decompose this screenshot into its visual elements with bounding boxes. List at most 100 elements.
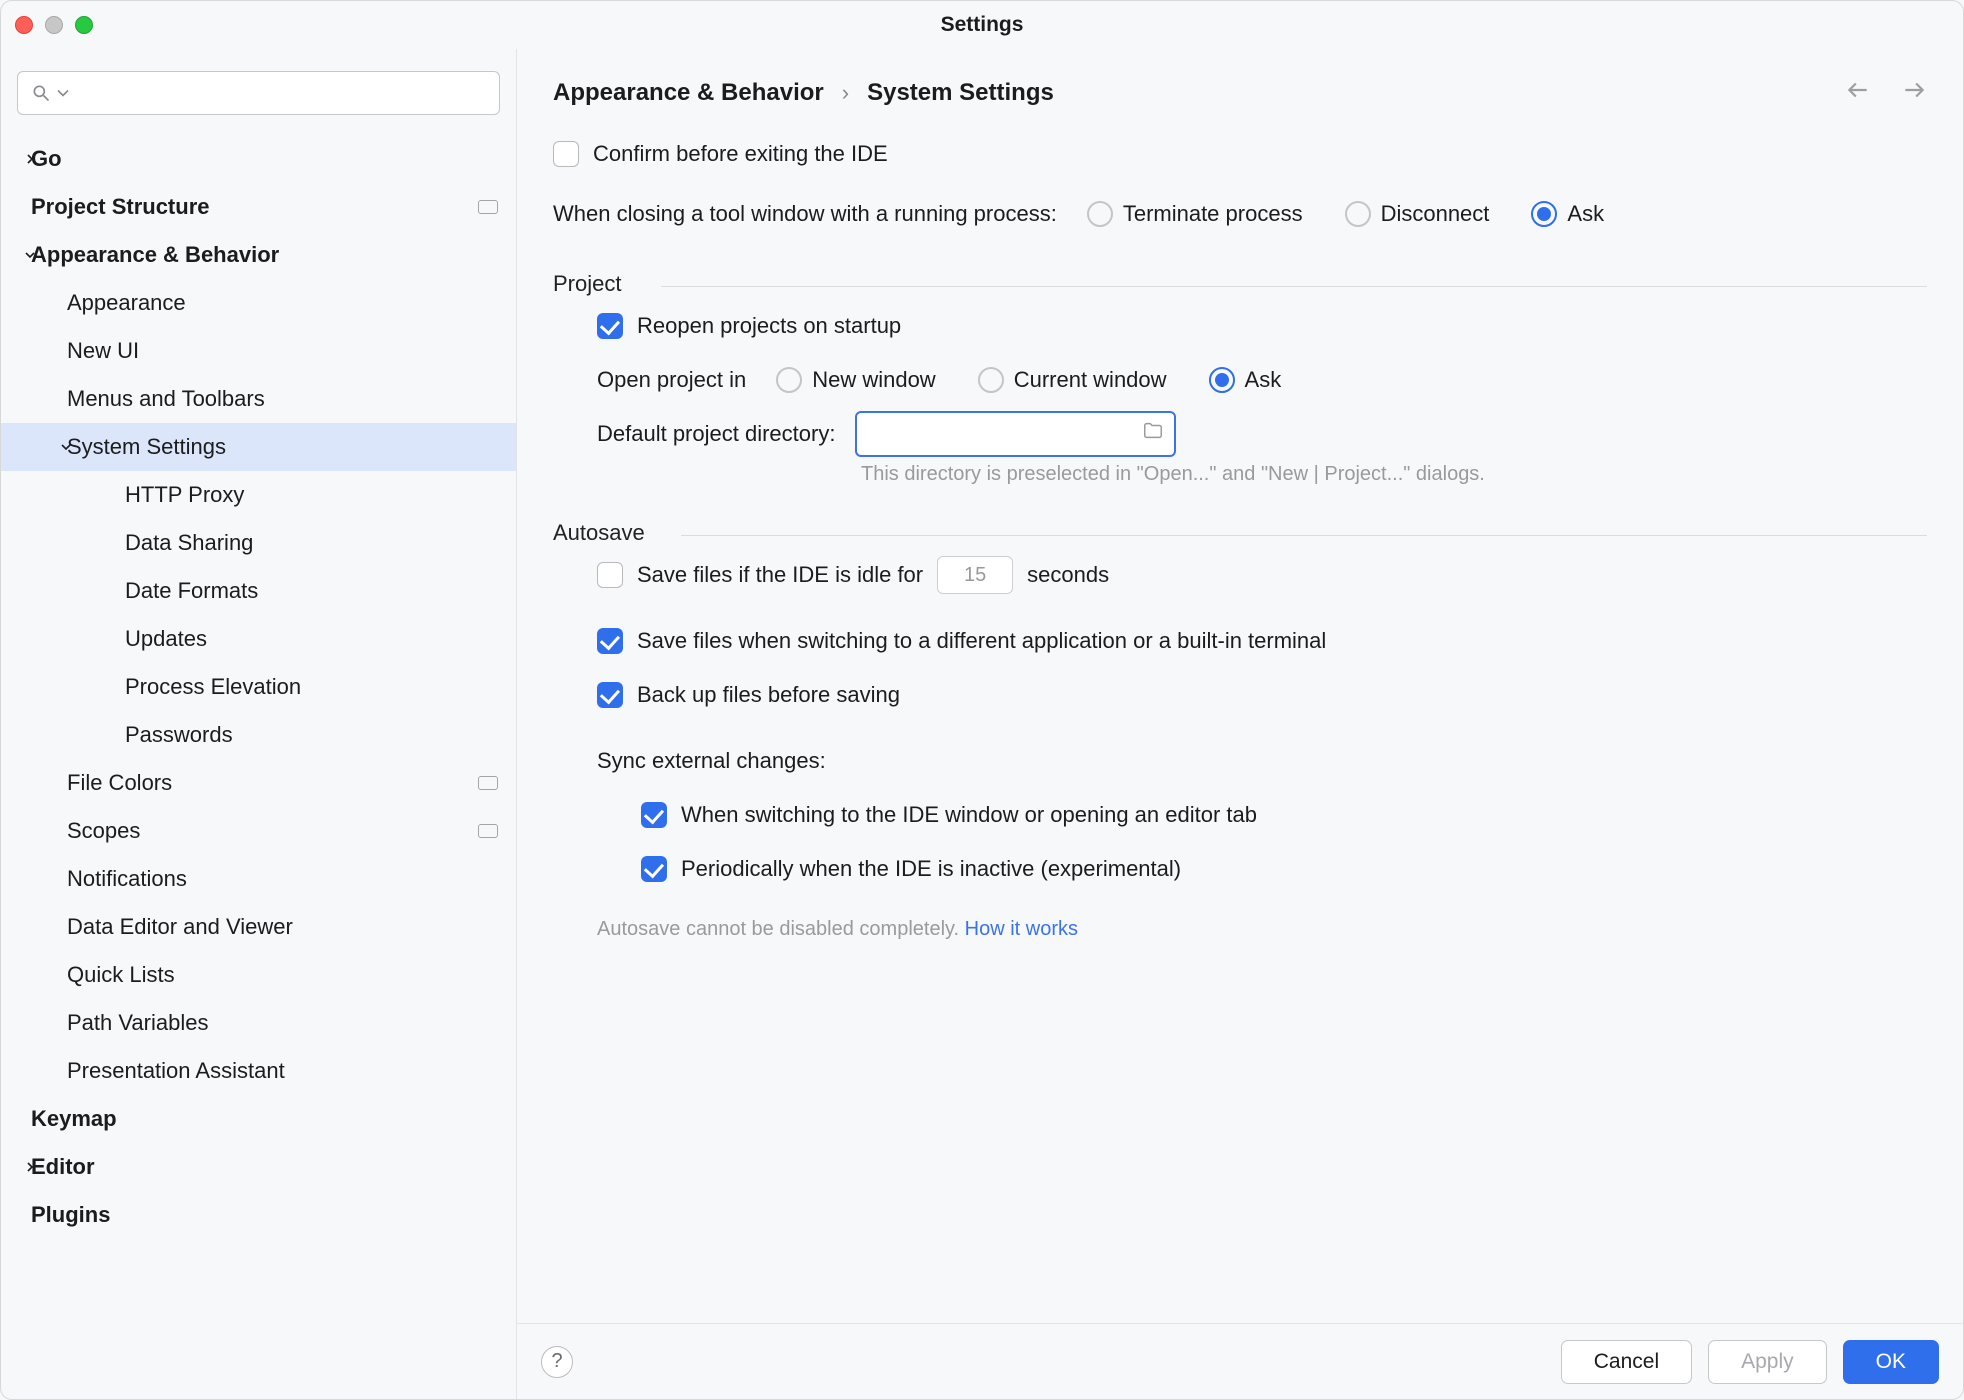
open-current-window-label: Current window [1014, 367, 1167, 393]
autosave-section-label: Autosave [553, 520, 1927, 546]
save-switch-checkbox[interactable] [597, 628, 623, 654]
search-icon [31, 83, 73, 103]
folder-icon[interactable] [1142, 420, 1164, 448]
breadcrumb-parent[interactable]: Appearance & Behavior [553, 79, 824, 107]
sidebar-item-keymap[interactable]: Keymap [1, 1095, 516, 1143]
sidebar-item-project-structure[interactable]: Project Structure [1, 183, 516, 231]
settings-window: Settings GoProject StructureAppearance &… [0, 0, 1964, 1400]
sidebar-item-notifications[interactable]: Notifications [1, 855, 516, 903]
default-dir-label: Default project directory: [597, 421, 835, 447]
chevron-right-icon[interactable] [1, 135, 59, 183]
autosave-note: Autosave cannot be disabled completely. [597, 918, 965, 940]
autosave-how-it-works-link[interactable]: How it works [965, 918, 1078, 940]
closing-terminate-radio[interactable] [1087, 201, 1113, 227]
nav-back-icon[interactable] [1845, 77, 1871, 109]
closing-tool-label: When closing a tool window with a runnin… [553, 201, 1057, 227]
dialog-footer: ? Cancel Apply OK [517, 1323, 1963, 1399]
sidebar-item-label: Keymap [31, 1106, 117, 1132]
sidebar-item-presentation-assistant[interactable]: Presentation Assistant [1, 1047, 516, 1095]
settings-sidebar: GoProject StructureAppearance & Behavior… [1, 49, 517, 1399]
chevron-down-icon [53, 83, 73, 103]
sidebar-item-file-colors[interactable]: File Colors [1, 759, 516, 807]
save-switch-label: Save files when switching to a different… [637, 628, 1326, 654]
sync-switch-label: When switching to the IDE window or open… [681, 802, 1257, 828]
scope-pill-icon [478, 776, 498, 790]
sidebar-item-data-sharing[interactable]: Data Sharing [1, 519, 516, 567]
sidebar-item-editor[interactable]: Editor [1, 1143, 516, 1191]
reopen-label: Reopen projects on startup [637, 313, 901, 339]
save-idle-label-post: seconds [1027, 562, 1109, 588]
sidebar-item-new-ui[interactable]: New UI [1, 327, 516, 375]
reopen-checkbox[interactable] [597, 313, 623, 339]
sidebar-item-updates[interactable]: Updates [1, 615, 516, 663]
sidebar-item-label: Scopes [67, 818, 140, 844]
settings-tree: GoProject StructureAppearance & Behavior… [1, 129, 516, 1399]
sync-periodic-label: Periodically when the IDE is inactive (e… [681, 856, 1181, 882]
scope-pill-icon [478, 200, 498, 214]
sidebar-item-label: File Colors [67, 770, 172, 796]
sidebar-item-process-elevation[interactable]: Process Elevation [1, 663, 516, 711]
apply-button[interactable]: Apply [1708, 1340, 1827, 1384]
default-dir-input[interactable] [855, 411, 1176, 457]
chevron-down-icon[interactable] [1, 231, 59, 279]
sidebar-item-label: Updates [125, 626, 207, 652]
sidebar-item-label: Data Sharing [125, 530, 253, 556]
sidebar-item-label: Data Editor and Viewer [67, 914, 293, 940]
open-new-window-radio[interactable] [776, 367, 802, 393]
project-section-label: Project [553, 271, 1927, 297]
sidebar-item-go[interactable]: Go [1, 135, 516, 183]
sidebar-item-label: HTTP Proxy [125, 482, 244, 508]
chevron-down-icon[interactable] [37, 423, 95, 471]
save-idle-label-pre: Save files if the IDE is idle for [637, 562, 923, 588]
sidebar-item-http-proxy[interactable]: HTTP Proxy [1, 471, 516, 519]
sidebar-item-label: Passwords [125, 722, 233, 748]
sidebar-item-data-editor-and-viewer[interactable]: Data Editor and Viewer [1, 903, 516, 951]
sidebar-item-date-formats[interactable]: Date Formats [1, 567, 516, 615]
closing-ask-label: Ask [1567, 201, 1604, 227]
closing-disconnect-radio[interactable] [1345, 201, 1371, 227]
chevron-right-icon[interactable] [1, 1143, 59, 1191]
ok-button[interactable]: OK [1843, 1340, 1939, 1384]
sidebar-item-plugins[interactable]: Plugins [1, 1191, 516, 1239]
breadcrumb: Appearance & Behavior › System Settings [553, 79, 1054, 107]
sync-switch-checkbox[interactable] [641, 802, 667, 828]
open-new-window-label: New window [812, 367, 936, 393]
open-ask-label: Ask [1245, 367, 1282, 393]
sync-periodic-checkbox[interactable] [641, 856, 667, 882]
sidebar-item-system-settings[interactable]: System Settings [1, 423, 516, 471]
default-dir-hint: This directory is preselected in "Open..… [861, 463, 1485, 485]
idle-seconds-input[interactable] [937, 556, 1013, 594]
cancel-button[interactable]: Cancel [1561, 1340, 1692, 1384]
sidebar-item-label: Path Variables [67, 1010, 208, 1036]
closing-disconnect-label: Disconnect [1381, 201, 1490, 227]
chevron-right-icon: › [842, 80, 849, 106]
confirm-exit-label: Confirm before exiting the IDE [593, 141, 888, 167]
sidebar-item-label: Plugins [31, 1202, 110, 1228]
sidebar-item-quick-lists[interactable]: Quick Lists [1, 951, 516, 999]
sidebar-item-label: New UI [67, 338, 139, 364]
sidebar-item-label: Notifications [67, 866, 187, 892]
settings-search-input[interactable] [17, 71, 500, 115]
open-ask-radio[interactable] [1209, 367, 1235, 393]
sidebar-item-label: Menus and Toolbars [67, 386, 265, 412]
sidebar-item-passwords[interactable]: Passwords [1, 711, 516, 759]
closing-ask-radio[interactable] [1531, 201, 1557, 227]
breadcrumb-current: System Settings [867, 79, 1054, 107]
backup-checkbox[interactable] [597, 682, 623, 708]
sidebar-item-appearance-behavior[interactable]: Appearance & Behavior [1, 231, 516, 279]
sync-label: Sync external changes: [597, 748, 826, 774]
help-button[interactable]: ? [541, 1346, 573, 1378]
open-current-window-radio[interactable] [978, 367, 1004, 393]
save-idle-checkbox[interactable] [597, 562, 623, 588]
confirm-exit-checkbox[interactable] [553, 141, 579, 167]
sidebar-item-menus-and-toolbars[interactable]: Menus and Toolbars [1, 375, 516, 423]
sidebar-item-label: Process Elevation [125, 674, 301, 700]
sidebar-item-label: Quick Lists [67, 962, 175, 988]
sidebar-item-scopes[interactable]: Scopes [1, 807, 516, 855]
backup-label: Back up files before saving [637, 682, 900, 708]
sidebar-item-label: Date Formats [125, 578, 258, 604]
sidebar-item-appearance[interactable]: Appearance [1, 279, 516, 327]
scope-pill-icon [478, 824, 498, 838]
open-project-label: Open project in [597, 367, 746, 393]
sidebar-item-path-variables[interactable]: Path Variables [1, 999, 516, 1047]
